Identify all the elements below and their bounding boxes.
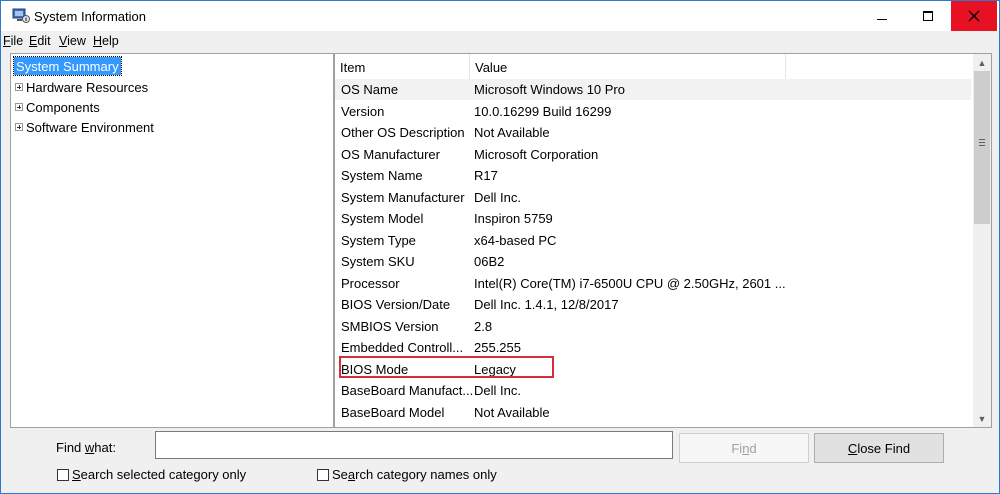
close-icon — [968, 10, 980, 22]
tree-item-hardware-resources[interactable]: Hardware Resources — [15, 78, 148, 96]
maximize-button[interactable] — [905, 1, 951, 31]
system-information-window: System Information File Edit View Help S… — [0, 0, 1000, 494]
title-bar: System Information — [1, 1, 999, 31]
table-row[interactable]: System Model Inspiron 5759 — [335, 208, 971, 229]
find-button[interactable]: Fi n d — [679, 433, 809, 463]
table-row[interactable]: BaseBoard Model Not Available — [335, 402, 971, 423]
close-find-button[interactable]: Close Find — [814, 433, 944, 463]
maximize-icon — [923, 11, 933, 21]
minimize-icon — [877, 18, 887, 20]
expand-plus-icon[interactable] — [15, 103, 23, 111]
scroll-up-arrow-icon[interactable]: ▲ — [973, 54, 991, 71]
menu-edit[interactable]: Edit — [29, 34, 51, 48]
minimize-button[interactable] — [859, 1, 905, 31]
table-row[interactable]: Other OS Description Not Available — [335, 122, 971, 143]
tree-item-components[interactable]: Components — [15, 98, 100, 116]
search-selected-category-checkbox[interactable]: Search selected category only — [57, 467, 246, 482]
table-row[interactable]: BIOS Version/Date Dell Inc. 1.4.1, 12/8/2… — [335, 294, 971, 315]
search-category-names-checkbox[interactable]: Search category names only — [317, 467, 497, 482]
menu-bar: File Edit View Help — [1, 31, 999, 52]
table-row[interactable]: System SKU 06B2 — [335, 251, 971, 272]
details-list[interactable]: Item Value OS Name Microsoft Windows 10 P… — [334, 53, 992, 428]
expand-plus-icon[interactable] — [15, 83, 23, 91]
category-tree[interactable]: System Summary Hardware Resources Compon… — [10, 53, 334, 428]
scroll-down-arrow-icon[interactable]: ▼ — [973, 410, 991, 427]
list-header: Item Value — [335, 54, 971, 81]
table-row[interactable]: Embedded Controll... 255.255 — [335, 337, 971, 358]
menu-view[interactable]: View — [59, 34, 86, 48]
table-row[interactable]: OS Manufacturer Microsoft Corporation — [335, 144, 971, 165]
grip-icon — [979, 139, 985, 140]
table-row[interactable]: SMBIOS Version 2.8 — [335, 316, 971, 337]
table-row[interactable]: System Manufacturer Dell Inc. — [335, 187, 971, 208]
bios-mode-highlight-box — [339, 356, 554, 378]
table-row[interactable]: OS Name Microsoft Windows 10 Pro — [335, 79, 971, 100]
table-row[interactable]: Version 10.0.16299 Build 16299 — [335, 101, 971, 122]
table-row[interactable]: System Type x64-based PC — [335, 230, 971, 251]
scrollbar-thumb[interactable] — [974, 71, 990, 224]
checkbox-unchecked-icon[interactable] — [317, 468, 329, 481]
checkbox-unchecked-icon[interactable] — [57, 468, 69, 481]
table-row[interactable]: System Name R17 — [335, 165, 971, 186]
expand-plus-icon[interactable] — [15, 123, 23, 131]
system-information-app-icon — [12, 8, 30, 23]
tree-item-software-environment[interactable]: Software Environment — [15, 118, 154, 136]
column-header-value[interactable]: Value — [470, 54, 786, 80]
table-row[interactable]: Processor Intel(R) Core(TM) i7-6500U CPU … — [335, 273, 971, 294]
menu-help[interactable]: Help — [93, 34, 119, 48]
menu-file[interactable]: File — [3, 34, 23, 48]
window-title: System Information — [34, 9, 146, 24]
table-row[interactable]: BaseBoard Manufact... Dell Inc. — [335, 380, 971, 401]
tree-item-system-summary[interactable]: System Summary — [13, 56, 122, 76]
find-what-label: Find what: — [56, 440, 116, 455]
find-what-input[interactable] — [155, 431, 673, 459]
column-header-item[interactable]: Item — [335, 54, 470, 80]
vertical-scrollbar[interactable]: ▲ ▼ — [973, 54, 991, 427]
close-button[interactable] — [951, 1, 997, 31]
